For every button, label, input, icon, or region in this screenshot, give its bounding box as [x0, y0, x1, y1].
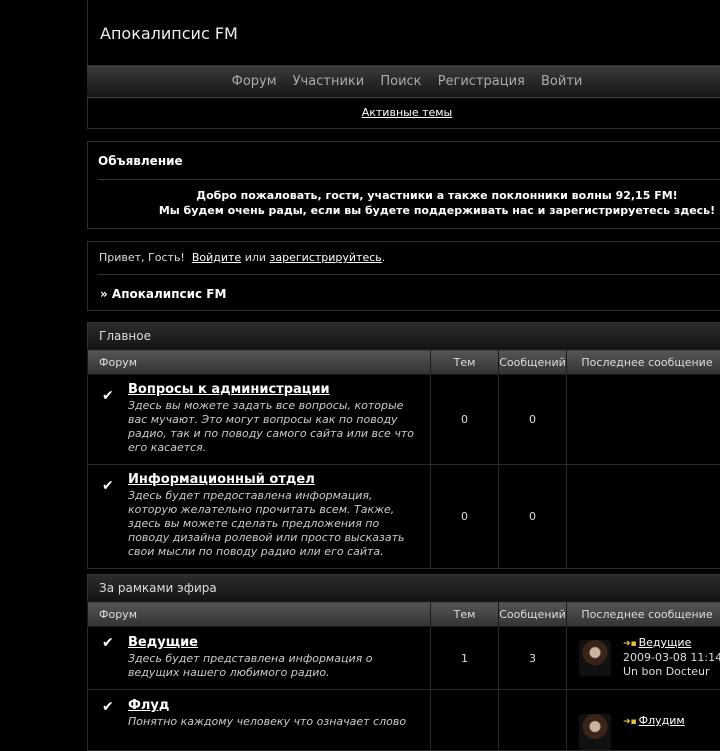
- nav-register[interactable]: Регистрация: [438, 74, 525, 89]
- col-forum: Форум: [88, 602, 431, 627]
- col-topics: Тем: [431, 350, 499, 375]
- avatar[interactable]: [579, 640, 611, 676]
- greeting-prefix: Привет, Гость!: [99, 251, 185, 264]
- topics-count: [431, 690, 499, 751]
- last-post-cell: [567, 465, 720, 569]
- col-forum: Форум: [88, 350, 431, 375]
- forum-title-link[interactable]: Вопросы к администрации: [128, 382, 420, 397]
- category-title: Главное: [87, 322, 720, 349]
- announcement-title: Объявление: [98, 154, 183, 168]
- goto-post-icon[interactable]: ➜▪: [623, 717, 637, 727]
- posts-count: [499, 690, 567, 751]
- check-icon: ✔: [102, 478, 114, 494]
- last-post-author: Un bon Docteur: [623, 665, 720, 679]
- forum-description: Здесь будет представлена информация о ве…: [128, 652, 420, 680]
- last-post-cell: ➜▪Флудим: [567, 690, 720, 751]
- table-header: Форум Тем Сообщений Последнее сообщение: [88, 602, 720, 627]
- main-nav: Форум Участники Поиск Регистрация Войти: [87, 66, 720, 98]
- forum-cell: ✔ Ведущие Здесь будет представлена инфор…: [88, 627, 431, 690]
- forum-title-link[interactable]: Информационный отдел: [128, 472, 420, 487]
- topics-count: 0: [431, 465, 499, 569]
- col-last: Последнее сообщение: [567, 602, 720, 627]
- posts-count: 0: [499, 465, 567, 569]
- check-icon: ✔: [102, 388, 114, 404]
- greeting-suffix: .: [382, 251, 386, 264]
- col-posts: Сообщений: [499, 602, 567, 627]
- site-header: Апокалипсис FM: [87, 0, 720, 66]
- topics-count: 1: [431, 627, 499, 690]
- nav-login[interactable]: Войти: [541, 74, 582, 89]
- forum-cell: ✔ Вопросы к администрации Здесь вы может…: [88, 375, 431, 465]
- forum-description: Понятно каждому человеку что означает сл…: [128, 715, 420, 729]
- avatar[interactable]: [579, 714, 611, 750]
- check-icon: ✔: [102, 635, 114, 651]
- check-icon: ✔: [102, 699, 114, 715]
- forum-table: Форум Тем Сообщений Последнее сообщение …: [87, 601, 720, 751]
- forum-title-link[interactable]: Ведущие: [128, 635, 420, 650]
- forum-cell: ✔ Флуд Понятно каждому человеку что озна…: [88, 690, 431, 751]
- table-header: Форум Тем Сообщений Последнее сообщение: [88, 350, 720, 375]
- login-link[interactable]: Войдите: [192, 251, 241, 264]
- goto-post-icon[interactable]: ➜▪: [623, 639, 637, 649]
- table-row: ✔ Флуд Понятно каждому человеку что озна…: [88, 690, 720, 751]
- col-topics: Тем: [431, 602, 499, 627]
- nav-forum[interactable]: Форум: [232, 74, 277, 89]
- category-title: За рамками эфира: [87, 574, 720, 601]
- active-topics-link[interactable]: Активные темы: [362, 106, 453, 119]
- last-post-date: 2009-03-08 11:14: [623, 651, 720, 665]
- greeting-or: или: [245, 251, 266, 264]
- topics-count: 0: [431, 375, 499, 465]
- posts-count: 0: [499, 375, 567, 465]
- last-topic-link[interactable]: Ведущие: [639, 636, 692, 649]
- forum-description: Здесь будет предоставлена информация, ко…: [128, 489, 420, 559]
- forum-cell: ✔ Информационный отдел Здесь будет предо…: [88, 465, 431, 569]
- col-posts: Сообщений: [499, 350, 567, 375]
- announcement-line: Мы будем очень рады, если вы будете подд…: [148, 203, 720, 218]
- col-last: Последнее сообщение: [567, 350, 720, 375]
- last-topic-link[interactable]: Флудим: [639, 714, 685, 727]
- forum-title-link[interactable]: Флуд: [128, 698, 420, 713]
- category-main: Главное Форум Тем Сообщений Последнее со…: [87, 322, 720, 569]
- breadcrumb: » Апокалипсис FM: [100, 287, 226, 301]
- nav-search[interactable]: Поиск: [380, 74, 421, 89]
- nav-members[interactable]: Участники: [293, 74, 365, 89]
- table-row: ✔ Ведущие Здесь будет представлена инфор…: [88, 627, 720, 690]
- last-post-cell: [567, 375, 720, 465]
- last-post-info: ➜▪Ведущие 2009-03-08 11:14 Un bon Docteu…: [623, 636, 720, 679]
- site-title: Апокалипсис FM: [100, 24, 238, 43]
- divider: [98, 274, 720, 275]
- register-link[interactable]: зарегистрируйтесь: [270, 251, 382, 264]
- last-post-cell: ➜▪Ведущие 2009-03-08 11:14 Un bon Docteu…: [567, 627, 720, 690]
- divider: [98, 179, 720, 180]
- last-post-info: ➜▪Флудим: [623, 714, 685, 729]
- table-row: ✔ Вопросы к администрации Здесь вы может…: [88, 375, 720, 465]
- announcement: Объявление Добро пожаловать, гости, учас…: [87, 141, 720, 229]
- posts-count: 3: [499, 627, 567, 690]
- greeting-box: Привет, Гость! Войдите или зарегистрируй…: [87, 241, 720, 311]
- greeting-line: Привет, Гость! Войдите или зарегистрируй…: [99, 251, 385, 264]
- forum-table: Форум Тем Сообщений Последнее сообщение …: [87, 349, 720, 569]
- announcement-line: Добро пожаловать, гости, участники а так…: [148, 188, 720, 203]
- announcement-text: Добро пожаловать, гости, участники а так…: [88, 188, 720, 218]
- category-offair: За рамками эфира Форум Тем Сообщений Пос…: [87, 574, 720, 751]
- table-row: ✔ Информационный отдел Здесь будет предо…: [88, 465, 720, 569]
- forum-description: Здесь вы можете задать все вопросы, кото…: [128, 399, 420, 455]
- active-topics-bar: Активные темы: [87, 98, 720, 129]
